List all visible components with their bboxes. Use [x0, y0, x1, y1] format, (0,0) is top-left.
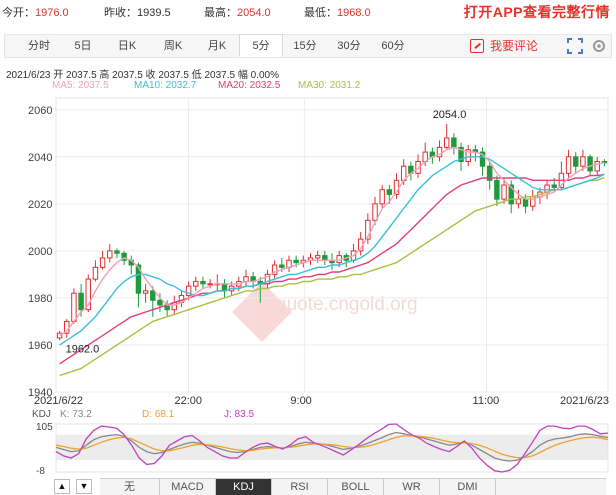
candle-body — [551, 184, 557, 188]
kdj-d-value: D: 68.1 — [142, 409, 175, 420]
kdj-j-value: J: 83.5 — [224, 409, 255, 420]
candle-body — [580, 156, 586, 167]
candle-body — [207, 283, 213, 286]
indicator-wr[interactable]: WR — [384, 479, 440, 495]
price-chart: quote.cngold.org 2060 2040 2020 2000 1980 196… — [28, 97, 609, 406]
x-tick-label: 2021/6/22 — [34, 395, 83, 406]
candle-body — [322, 255, 328, 261]
x-tick-label: 22:00 — [174, 395, 202, 406]
candle-body — [142, 290, 149, 294]
high-annotation: 2054.0 — [433, 109, 467, 121]
open-app-link[interactable]: 打开APP查看完整行情 — [464, 2, 610, 22]
candle-body — [150, 290, 156, 301]
candle-body — [107, 250, 113, 259]
candle-body — [573, 156, 579, 167]
candle-body — [594, 161, 600, 172]
y-tick-label: 2040 — [28, 152, 52, 164]
open-quote: 今开：1976.0 — [2, 7, 69, 19]
candle-body — [99, 257, 106, 268]
kdj-chart: 105 -8 — [36, 422, 609, 477]
kdj-title: KDJ — [32, 409, 51, 420]
y-tick-label: 1980 — [28, 293, 52, 305]
kdj-tick-label: -8 — [36, 466, 45, 477]
candle-body — [443, 137, 450, 148]
indicator-macd[interactable]: MACD — [160, 479, 216, 495]
tab-30min[interactable]: 30分 — [331, 35, 367, 57]
indicator-bar: 无 MACD KDJ RSI BOLL WR DMI — [100, 478, 606, 495]
kdj-k-value: K: 73.2 — [60, 409, 92, 420]
scroll-down-button[interactable]: ▼ — [76, 479, 92, 494]
prev-close-quote: 昨收：1939.5 — [104, 7, 171, 19]
y-tick-label: 2060 — [28, 105, 52, 117]
high-quote: 最高：2054.0 — [204, 7, 271, 19]
candle-body — [501, 184, 507, 200]
tab-timeshare[interactable]: 分时 — [21, 35, 57, 57]
open-value: 1976.0 — [35, 7, 69, 19]
indicator-none[interactable]: 无 — [100, 479, 160, 495]
candle-body — [193, 280, 199, 287]
candle-body — [587, 156, 593, 172]
tab-weekly-k[interactable]: 周K — [155, 35, 191, 57]
low-quote: 最低：1968.0 — [304, 7, 371, 19]
tab-monthly-k[interactable]: 月K — [199, 35, 235, 57]
candle-body — [372, 203, 378, 221]
candle-body — [515, 198, 522, 205]
scroll-up-button[interactable]: ▲ — [54, 479, 70, 494]
quote-bar: 今开：1976.0 昨收：1939.5 最高：2054.0 最低：1968.0 … — [0, 0, 616, 22]
fullscreen-icon[interactable] — [567, 38, 583, 54]
x-tick-label: 9:00 — [290, 395, 311, 406]
high-value: 2054.0 — [237, 7, 271, 19]
indicator-rsi[interactable]: RSI — [272, 479, 328, 495]
candle-body — [200, 280, 206, 285]
tab-60min[interactable]: 60分 — [375, 35, 411, 57]
candle-body — [314, 255, 321, 259]
settings-icon[interactable] — [591, 38, 607, 54]
ma30-line — [59, 176, 605, 377]
candle-body — [71, 292, 77, 322]
indicator-dmi[interactable]: DMI — [440, 479, 496, 495]
y-tick-label: 2020 — [28, 199, 52, 211]
candle-body — [92, 266, 99, 280]
edit-icon — [470, 39, 484, 53]
tab-5day[interactable]: 5日 — [65, 35, 101, 57]
y-tick-label: 2000 — [28, 246, 52, 258]
watermark-text: quote.cngold.org — [276, 294, 418, 315]
candle-body — [279, 264, 285, 268]
y-tick-label: 1960 — [28, 340, 52, 352]
low-value: 1968.0 — [337, 7, 371, 19]
period-tabs: 分时 5日 日K 周K 月K 5分 15分 30分 60分 我要评论 — [4, 34, 612, 58]
indicator-boll[interactable]: BOLL — [328, 479, 384, 495]
tab-daily-k[interactable]: 日K — [109, 35, 145, 57]
x-tick-label: 11:00 — [473, 395, 500, 406]
candle-body — [293, 259, 299, 264]
candle-body — [451, 137, 457, 148]
kdj-tick-label: 105 — [36, 422, 53, 433]
prev-close-value: 1939.5 — [137, 7, 171, 19]
ohlc-info: 2021/6/23 开 2037.5 高 2037.5 收 2037.5 低 2… — [6, 70, 279, 81]
candle-body — [522, 198, 529, 207]
candle-body — [386, 189, 393, 195]
candle-body — [565, 156, 572, 174]
candle-body — [494, 179, 500, 200]
candle-body — [114, 250, 120, 254]
plot-frame — [55, 97, 609, 393]
indicator-kdj[interactable]: KDJ — [216, 479, 272, 495]
tab-5min[interactable]: 5分 — [239, 34, 283, 57]
tab-15min[interactable]: 15分 — [287, 35, 323, 57]
candle-body — [157, 299, 163, 306]
comment-button[interactable]: 我要评论 — [470, 35, 538, 57]
candle-body — [379, 189, 385, 205]
candle-body — [243, 276, 249, 282]
candle-body — [78, 292, 84, 311]
low-annotation: 1962.0 — [66, 343, 100, 355]
x-tick-label: 2021/6/23 — [560, 395, 609, 406]
